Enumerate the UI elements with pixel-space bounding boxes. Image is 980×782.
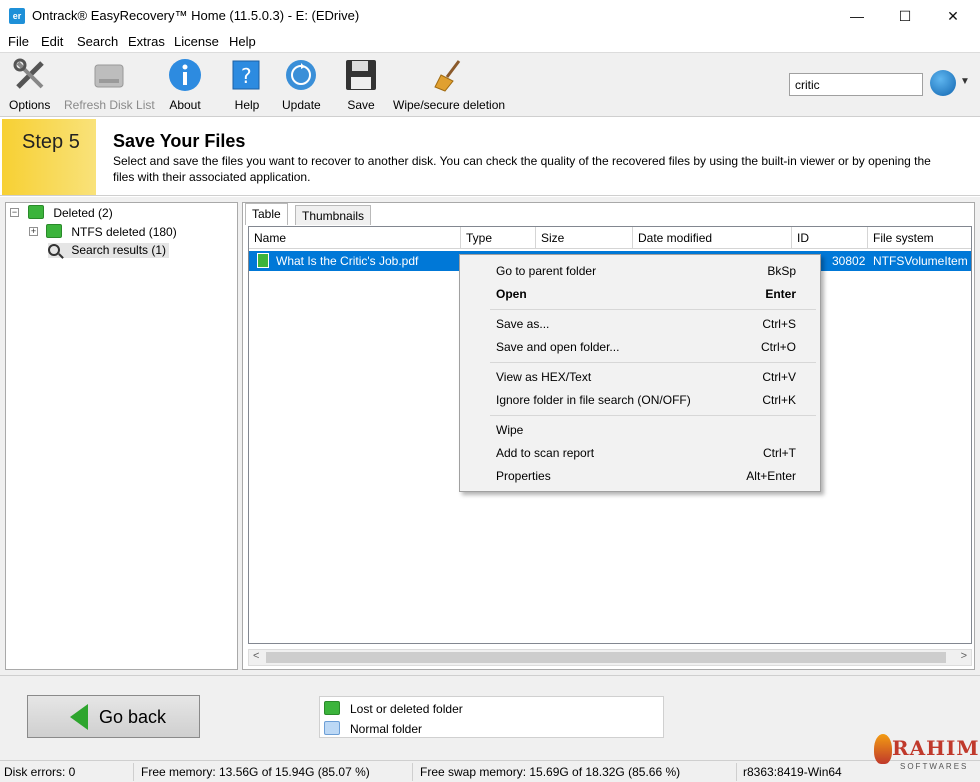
column-date-modified[interactable]: Date modified	[633, 227, 792, 249]
green-folder-icon	[28, 205, 44, 219]
menu-item-go-to-parent[interactable]: Go to parent folder BkSp	[460, 260, 820, 282]
magnifier-icon	[48, 244, 60, 256]
update-button[interactable]: Update	[282, 57, 321, 112]
folder-legend: Lost or deleted folder Normal folder	[319, 696, 664, 738]
file-icon	[257, 253, 269, 268]
status-bar: Disk errors: 0 Free memory: 13.56G of 15…	[0, 760, 980, 782]
menu-item-view-hex[interactable]: View as HEX/Text Ctrl+V	[460, 366, 820, 388]
status-build: r8363:8419-Win64	[743, 765, 842, 779]
tree-item-search-results[interactable]: Search results (1)	[48, 243, 170, 258]
minimize-button[interactable]: —	[834, 0, 880, 32]
app-icon: er	[9, 8, 25, 24]
search-icon[interactable]	[930, 70, 956, 96]
menu-help[interactable]: Help	[229, 34, 256, 49]
menu-license[interactable]: License	[174, 34, 219, 49]
menu-item-properties[interactable]: Properties Alt+Enter	[460, 465, 820, 487]
column-file-system[interactable]: File system	[868, 227, 971, 249]
menu-item-save-and-open-folder[interactable]: Save and open folder... Ctrl+O	[460, 336, 820, 358]
save-button[interactable]: Save	[343, 57, 379, 112]
title-bar: er Ontrack® EasyRecovery™ Home (11.5.0.3…	[0, 0, 980, 32]
cell-name: What Is the Critic's Job.pdf	[276, 254, 419, 268]
status-separator	[736, 763, 737, 781]
menu-extras[interactable]: Extras	[128, 34, 165, 49]
search-input[interactable]	[789, 73, 923, 96]
cell-id: 30802	[832, 254, 866, 268]
close-button[interactable]: ✕	[930, 0, 976, 32]
status-separator	[412, 763, 413, 781]
scroll-left-icon[interactable]: <	[253, 650, 259, 662]
refresh-disk-list-button[interactable]: Refresh Disk List	[64, 57, 155, 112]
floppy-icon	[343, 57, 379, 93]
context-menu: Go to parent folder BkSp Open Enter Save a…	[459, 254, 821, 492]
legend-item-lost: Lost or deleted folder	[324, 701, 463, 716]
tab-thumbnails[interactable]: Thumbnails	[295, 205, 372, 225]
disk-icon	[91, 57, 127, 93]
blue-folder-icon	[324, 721, 340, 735]
help-button[interactable]: ? Help	[229, 57, 265, 112]
window-title: Ontrack® EasyRecovery™ Home (11.5.0.3) -…	[32, 8, 360, 23]
column-id[interactable]: ID	[792, 227, 868, 249]
flame-icon	[874, 734, 892, 764]
options-button[interactable]: Options	[9, 57, 50, 112]
tools-icon	[12, 57, 48, 93]
green-folder-icon	[324, 701, 340, 715]
menu-item-ignore-folder[interactable]: Ignore folder in file search (ON/OFF) Ctr…	[460, 389, 820, 411]
status-disk-errors: Disk errors: 0	[4, 765, 76, 779]
menu-item-wipe[interactable]: Wipe	[460, 419, 820, 441]
column-size[interactable]: Size	[536, 227, 633, 249]
step-banner: Step 5 Save Your Files Select and save t…	[0, 116, 980, 196]
horizontal-scrollbar[interactable]: < >	[248, 649, 972, 666]
menu-separator	[490, 415, 816, 416]
folder-tree: − Deleted (2) + NTFS deleted (180) Searc…	[5, 202, 238, 670]
back-arrow-icon	[70, 704, 88, 730]
tab-table[interactable]: Table	[245, 203, 288, 225]
wipe-button[interactable]: Wipe/secure deletion	[393, 57, 505, 112]
menu-search[interactable]: Search	[77, 34, 118, 49]
tree-collapse-toggle[interactable]: −	[10, 208, 19, 217]
menu-item-add-to-scan-report[interactable]: Add to scan report Ctrl+T	[460, 442, 820, 464]
update-globe-icon	[283, 57, 319, 93]
watermark-logo: RAHIM SOFTWARES	[870, 730, 979, 780]
status-free-swap: Free swap memory: 15.69G of 18.32G (85.6…	[420, 765, 681, 779]
step-badge: Step 5	[2, 119, 96, 195]
tree-item-ntfs-deleted[interactable]: NTFS deleted (180)	[46, 224, 177, 239]
go-back-button[interactable]: Go back	[27, 695, 200, 738]
scroll-right-icon[interactable]: >	[961, 650, 967, 662]
cell-file-system: NTFSVolumeItem	[873, 254, 968, 268]
about-button[interactable]: About	[167, 57, 203, 112]
menu-bar: File Edit Search Extras License Help	[0, 32, 980, 52]
menu-file[interactable]: File	[8, 34, 29, 49]
broom-icon	[431, 57, 467, 93]
column-name[interactable]: Name	[249, 227, 461, 249]
help-book-icon: ?	[229, 57, 265, 93]
menu-separator	[490, 362, 816, 363]
green-folder-icon	[46, 224, 62, 238]
toolbar: Options Refresh Disk List About ? Help U…	[0, 52, 980, 116]
menu-item-open[interactable]: Open Enter	[460, 283, 820, 305]
menu-separator	[490, 309, 816, 310]
table-header: Name Type Size Date modified ID File sys…	[249, 227, 971, 249]
tree-item-deleted[interactable]: Deleted (2)	[28, 205, 113, 220]
status-free-memory: Free memory: 13.56G of 15.94G (85.07 %)	[141, 765, 370, 779]
search-dropdown-icon[interactable]: ▼	[960, 76, 970, 87]
menu-edit[interactable]: Edit	[41, 34, 63, 49]
info-icon	[167, 57, 203, 93]
bottom-bar: Go back Lost or deleted folder Normal fo…	[0, 675, 980, 760]
maximize-button[interactable]: ☐	[882, 0, 928, 32]
menu-item-save-as[interactable]: Save as... Ctrl+S	[460, 313, 820, 335]
step-title: Save Your Files	[113, 131, 246, 151]
tree-expand-toggle[interactable]: +	[29, 227, 38, 236]
svg-text:?: ?	[241, 64, 252, 88]
legend-item-normal: Normal folder	[324, 721, 422, 736]
status-separator	[133, 763, 134, 781]
step-description: Select and save the files you want to re…	[113, 154, 931, 184]
column-type[interactable]: Type	[461, 227, 536, 249]
scrollbar-thumb[interactable]	[266, 652, 946, 663]
